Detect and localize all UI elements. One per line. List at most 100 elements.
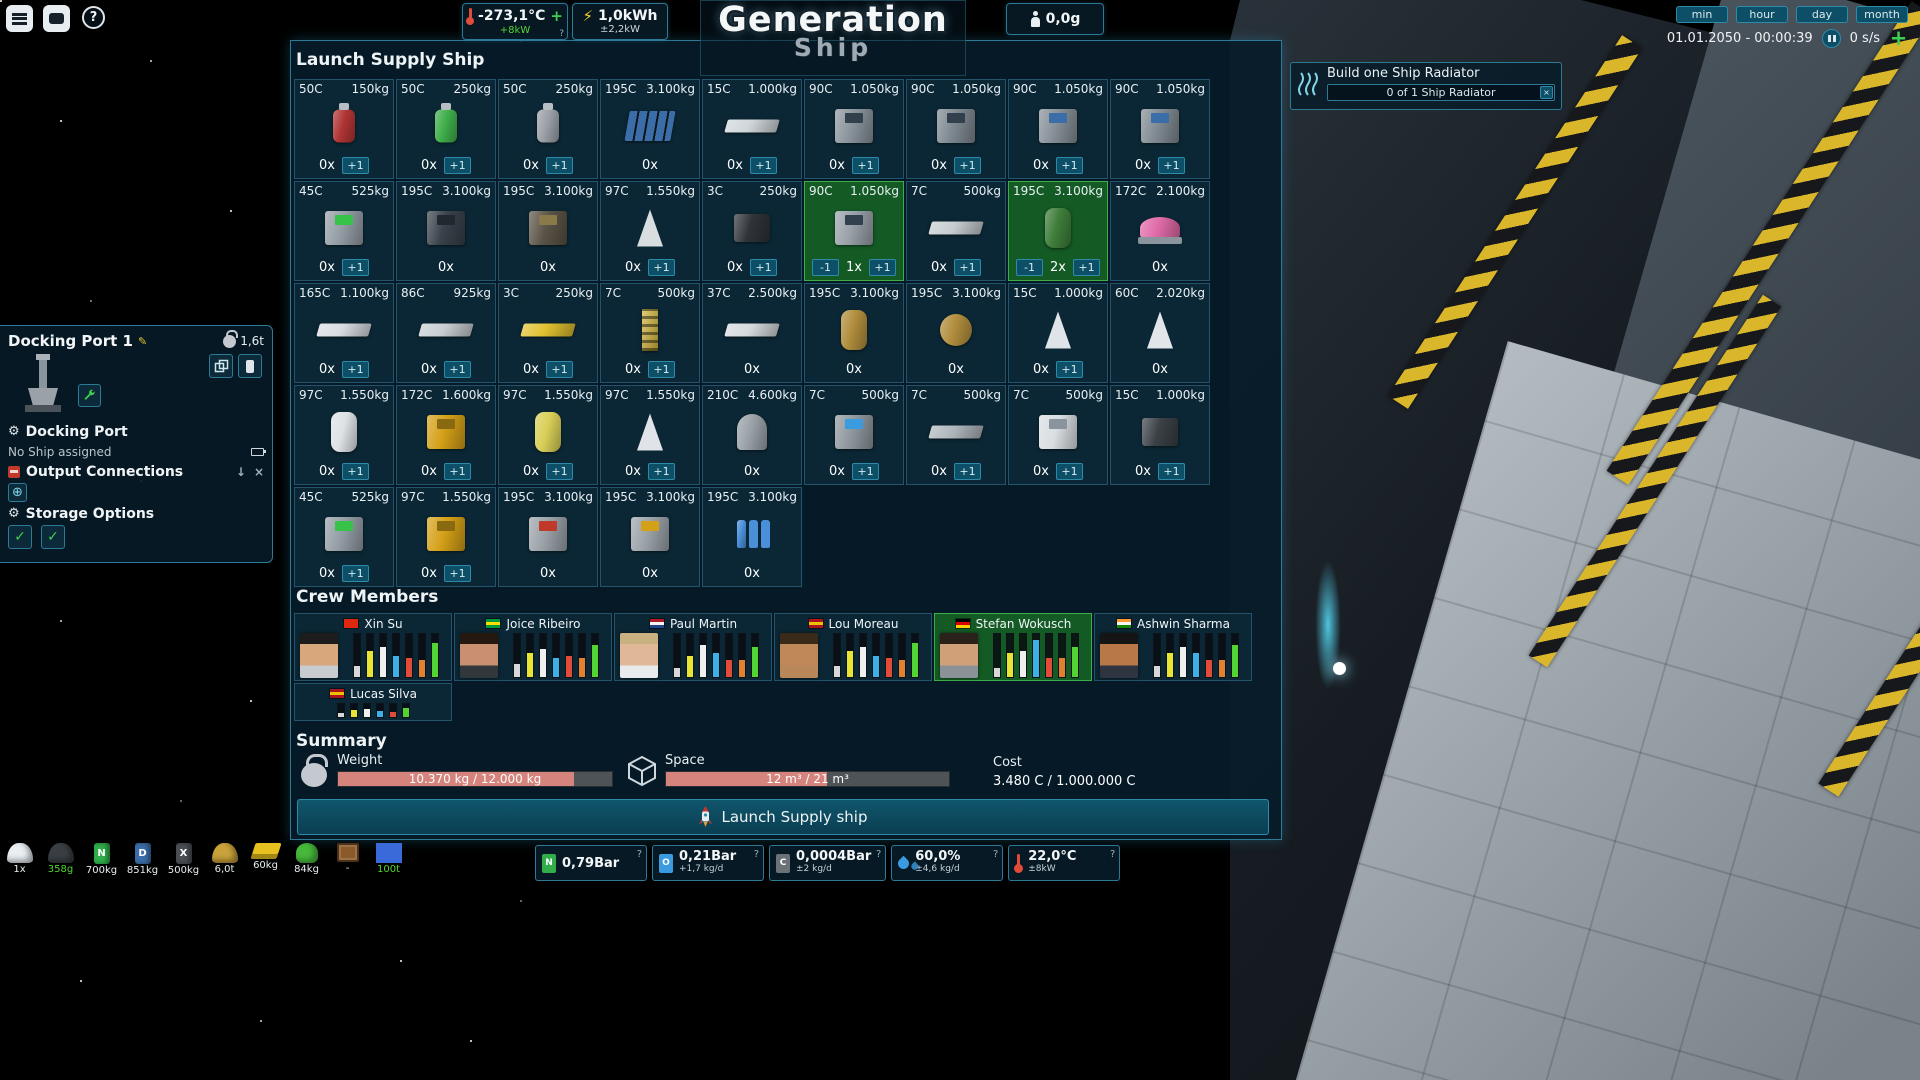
supply-item-card[interactable]: 90C1.050kg0x+1 bbox=[906, 79, 1006, 179]
supply-item-card[interactable]: 172C1.600kg0x+1 bbox=[396, 385, 496, 485]
supply-item-card[interactable]: 7C500kg0x+1 bbox=[600, 283, 700, 383]
increase-quantity-button[interactable]: +1 bbox=[342, 157, 369, 174]
supply-item-card[interactable]: 60C2.020kg0x bbox=[1110, 283, 1210, 383]
supply-item-card[interactable]: 50C250kg0x+1 bbox=[396, 79, 496, 179]
increase-quantity-button[interactable]: +1 bbox=[954, 463, 981, 480]
supply-item-card[interactable]: 3C250kg0x+1 bbox=[498, 283, 598, 383]
increase-quantity-button[interactable]: +1 bbox=[852, 463, 879, 480]
help-icon[interactable]: ? bbox=[1110, 849, 1115, 860]
main-menu-button[interactable] bbox=[6, 5, 33, 32]
chat-button[interactable] bbox=[43, 5, 70, 32]
crew-card[interactable]: Ashwin Sharma bbox=[1094, 613, 1252, 681]
gas-tank-slot[interactable]: X500kg bbox=[166, 843, 201, 876]
supply-item-card[interactable]: 97C1.550kg0x+1 bbox=[396, 487, 496, 587]
supply-item-card[interactable]: 45C525kg0x+1 bbox=[294, 487, 394, 587]
nitrogen-tank-slot[interactable]: N700kg bbox=[84, 843, 119, 876]
increase-quantity-button[interactable]: +1 bbox=[342, 361, 369, 378]
supply-item-card[interactable]: 90C1.050kg-11x+1 bbox=[804, 181, 904, 281]
supply-item-card[interactable]: 195C3.100kg0x bbox=[498, 181, 598, 281]
supply-item-card[interactable]: 45C525kg0x+1 bbox=[294, 181, 394, 281]
crew-card[interactable]: Stefan Wokusch bbox=[934, 613, 1092, 681]
supply-item-card[interactable]: 7C500kg0x+1 bbox=[906, 181, 1006, 281]
increase-quantity-button[interactable]: +1 bbox=[1056, 463, 1083, 480]
increase-quantity-button[interactable]: +1 bbox=[546, 463, 573, 480]
supply-item-card[interactable]: 15C1.000kg0x+1 bbox=[1110, 385, 1210, 485]
supply-item-card[interactable]: 7C500kg0x+1 bbox=[804, 385, 904, 485]
help-icon[interactable]: ? bbox=[754, 849, 759, 860]
increase-quantity-button[interactable]: +1 bbox=[852, 157, 879, 174]
crew-card[interactable]: Paul Martin bbox=[614, 613, 772, 681]
supply-item-card[interactable]: 7C500kg0x+1 bbox=[906, 385, 1006, 485]
supply-item-card[interactable]: 195C3.100kg0x bbox=[804, 283, 904, 383]
help-icon[interactable]: ? bbox=[637, 849, 642, 860]
supply-item-card[interactable]: 90C1.050kg0x+1 bbox=[1008, 79, 1108, 179]
crew-card[interactable]: Joice Ribeiro bbox=[454, 613, 612, 681]
supply-item-card[interactable]: 86C925kg0x+1 bbox=[396, 283, 496, 383]
help-icon[interactable]: ? bbox=[559, 29, 564, 39]
help-icon[interactable]: ? bbox=[993, 849, 998, 860]
supply-item-card[interactable]: 97C1.550kg0x+1 bbox=[294, 385, 394, 485]
help-button[interactable]: ? bbox=[82, 6, 105, 29]
plus-icon[interactable]: + bbox=[550, 10, 563, 22]
import-toggle-button[interactable]: ✓ bbox=[8, 525, 32, 549]
supply-item-card[interactable]: 97C1.550kg0x+1 bbox=[600, 385, 700, 485]
build-task-action-button[interactable]: × bbox=[1540, 86, 1553, 99]
time-scale-month-button[interactable]: month bbox=[1856, 6, 1908, 23]
increase-quantity-button[interactable]: +1 bbox=[342, 565, 369, 582]
increase-quantity-button[interactable]: +1 bbox=[750, 157, 777, 174]
supply-item-card[interactable]: 15C1.000kg0x+1 bbox=[1008, 283, 1108, 383]
launch-supply-ship-button[interactable]: Launch Supply ship bbox=[297, 799, 1269, 835]
increase-quantity-button[interactable]: +1 bbox=[648, 361, 675, 378]
increase-quantity-button[interactable]: +1 bbox=[546, 361, 573, 378]
time-scale-min-button[interactable]: min bbox=[1676, 6, 1728, 23]
increase-quantity-button[interactable]: +1 bbox=[1056, 157, 1083, 174]
increase-quantity-button[interactable]: +1 bbox=[750, 259, 777, 276]
increase-quantity-button[interactable]: +1 bbox=[1073, 259, 1100, 276]
help-icon[interactable]: ? bbox=[876, 849, 881, 860]
decrease-quantity-button[interactable]: -1 bbox=[1016, 259, 1043, 276]
rename-icon[interactable]: ✎ bbox=[138, 335, 147, 348]
coal-pile-slot[interactable]: 358g bbox=[43, 843, 78, 876]
crew-card[interactable]: Lou Moreau bbox=[774, 613, 932, 681]
supply-item-card[interactable]: 7C500kg0x+1 bbox=[1008, 385, 1108, 485]
cargo-container-slot[interactable]: 100t bbox=[371, 843, 406, 876]
supply-item-card[interactable]: 90C1.050kg0x+1 bbox=[1110, 79, 1210, 179]
supply-item-card[interactable]: 97C1.550kg0x+1 bbox=[498, 385, 598, 485]
crew-card[interactable]: Lucas Silva bbox=[294, 683, 452, 721]
supply-item-card[interactable]: 195C3.100kg0x bbox=[600, 79, 700, 179]
crew-card[interactable]: Xin Su bbox=[294, 613, 452, 681]
supply-item-card[interactable]: 172C2.100kg0x bbox=[1110, 181, 1210, 281]
supply-item-card[interactable]: 50C250kg0x+1 bbox=[498, 79, 598, 179]
disconnect-icon[interactable]: × bbox=[254, 465, 264, 479]
gold-ingot-slot[interactable]: 60kg bbox=[248, 843, 283, 876]
supply-item-card[interactable]: 195C3.100kg0x bbox=[600, 487, 700, 587]
time-scale-day-button[interactable]: day bbox=[1796, 6, 1848, 23]
increase-quantity-button[interactable]: +1 bbox=[1158, 157, 1185, 174]
ore-pile-slot[interactable]: 6,0t bbox=[207, 843, 242, 876]
copy-settings-button[interactable] bbox=[209, 354, 233, 378]
deuterium-tank-slot[interactable]: D851kg bbox=[125, 843, 160, 876]
increase-quantity-button[interactable]: +1 bbox=[954, 259, 981, 276]
increase-quantity-button[interactable]: +1 bbox=[342, 463, 369, 480]
supply-item-card[interactable]: 50C150kg0x+1 bbox=[294, 79, 394, 179]
increase-quantity-button[interactable]: +1 bbox=[444, 463, 471, 480]
increase-quantity-button[interactable]: +1 bbox=[954, 157, 981, 174]
increase-quantity-button[interactable]: +1 bbox=[444, 361, 471, 378]
canister-slot-button[interactable] bbox=[238, 354, 262, 378]
increase-quantity-button[interactable]: +1 bbox=[444, 157, 471, 174]
supply-item-card[interactable]: 195C3.100kg0x bbox=[498, 487, 598, 587]
supply-item-card[interactable]: 195C3.100kg-12x+1 bbox=[1008, 181, 1108, 281]
supply-item-card[interactable]: 210C4.600kg0x bbox=[702, 385, 802, 485]
increase-quantity-button[interactable]: +1 bbox=[648, 259, 675, 276]
configure-button[interactable] bbox=[78, 384, 101, 407]
ice-pile-slot[interactable]: 1x bbox=[2, 843, 37, 876]
supply-item-card[interactable]: 195C3.100kg0x bbox=[396, 181, 496, 281]
supply-item-card[interactable]: 165C1.100kg0x+1 bbox=[294, 283, 394, 383]
pause-button[interactable] bbox=[1822, 29, 1841, 48]
export-toggle-button[interactable]: ✓ bbox=[41, 525, 65, 549]
supply-item-card[interactable]: 37C2.500kg0x bbox=[702, 283, 802, 383]
decrease-quantity-button[interactable]: -1 bbox=[812, 259, 839, 276]
supply-item-card[interactable]: 15C1.000kg0x+1 bbox=[702, 79, 802, 179]
select-connection-button[interactable]: ⊕ bbox=[8, 483, 27, 502]
time-scale-hour-button[interactable]: hour bbox=[1736, 6, 1788, 23]
